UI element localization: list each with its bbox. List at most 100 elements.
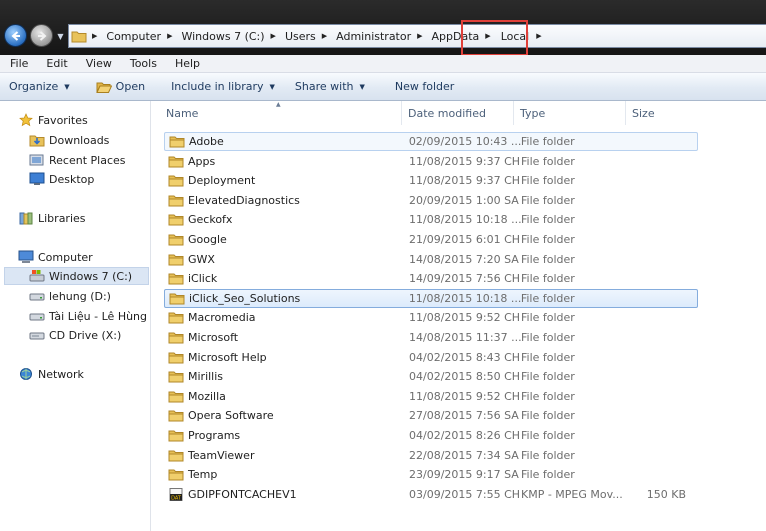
nav-recent-places[interactable]: Recent Places [29, 151, 126, 169]
breadcrumb-windows7[interactable]: Windows 7 (C:) [177, 25, 267, 47]
chevron-right-icon[interactable]: ▶ [164, 32, 177, 40]
column-name[interactable]: ▲ Name [152, 101, 402, 125]
recent-places-icon [29, 153, 45, 167]
nav-libraries[interactable]: Libraries [18, 209, 86, 227]
file-type: File folder [521, 409, 575, 423]
file-type: File folder [521, 389, 575, 403]
nav-favorites[interactable]: Favorites [18, 111, 88, 129]
title-bar: ▼ ▶ Computer ▶ Windows 7 (C:) ▶ Users ▶ … [0, 0, 766, 56]
open-label: Open [115, 80, 146, 93]
new-folder-label: New folder [394, 80, 455, 93]
folder-icon [168, 351, 188, 364]
chevron-right-icon[interactable]: ▶ [319, 32, 332, 40]
file-name-cell: Mozilla [164, 390, 409, 403]
caret-down-icon: ▼ [64, 82, 70, 91]
open-button[interactable]: Open [87, 76, 154, 98]
breadcrumb-computer[interactable]: Computer [102, 25, 164, 47]
folder-icon [168, 390, 188, 403]
file-row[interactable]: Temp 23/09/2015 9:17 SA File folder [164, 465, 698, 484]
file-date: 02/09/2015 10:43 ... [408, 135, 522, 148]
file-row[interactable]: ElevatedDiagnostics 20/09/2015 1:00 SA Fil… [164, 191, 698, 210]
address-bar[interactable]: ▶ Computer ▶ Windows 7 (C:) ▶ Users ▶ Ad… [68, 24, 766, 48]
file-type: File folder [520, 135, 575, 148]
file-date: 27/08/2015 7:56 SA [409, 409, 519, 423]
file-row[interactable]: Geckofx 11/08/2015 10:18 ... File folder [164, 210, 698, 229]
file-row[interactable]: TeamViewer 22/08/2015 7:34 SA File folder [164, 446, 698, 465]
file-name-cell: Adobe [165, 135, 409, 148]
file-name-cell: Deployment [164, 174, 409, 187]
chevron-right-icon[interactable]: ▶ [89, 32, 102, 40]
folder-icon [168, 174, 188, 187]
back-button[interactable] [4, 24, 27, 47]
column-headers: ▲ Name Date modified Type Size [152, 101, 766, 125]
folder-icon [168, 370, 188, 383]
file-row[interactable]: Opera Software 27/08/2015 7:56 SA File fol… [164, 406, 698, 425]
star-icon [18, 113, 34, 127]
file-name-cell: iClick [164, 272, 409, 285]
nav-network[interactable]: Network [18, 365, 84, 383]
file-name-cell: Opera Software [164, 409, 409, 422]
menu-help[interactable]: Help [165, 57, 208, 70]
open-folder-icon [95, 82, 112, 93]
menu-edit[interactable]: Edit [36, 57, 75, 70]
column-size[interactable]: Size [626, 101, 696, 125]
nav-drive-x[interactable]: CD Drive (X:) [29, 326, 121, 344]
file-date: 20/09/2015 1:00 SA [409, 193, 519, 207]
nav-computer[interactable]: Computer [18, 248, 93, 266]
svg-text:DAT: DAT [171, 495, 182, 501]
file-row[interactable]: Mozilla 11/08/2015 9:52 CH File folder [164, 387, 698, 406]
folder-icon [168, 409, 188, 422]
file-row[interactable]: Mirillis 04/02/2015 8:50 CH File folder [164, 367, 698, 386]
nav-drive-d[interactable]: lehung (D:) [29, 287, 111, 305]
file-row[interactable]: Adobe 02/09/2015 10:43 ... File folder [164, 132, 698, 151]
recent-pages-button[interactable]: ▼ [56, 32, 65, 41]
file-row[interactable]: iClick_Seo_Solutions 11/08/2015 10:18 ...… [164, 288, 698, 308]
file-row[interactable]: Macromedia 11/08/2015 9:52 CH File folder [164, 308, 698, 327]
file-type: File folder [521, 272, 575, 286]
chevron-right-icon[interactable]: ▶ [414, 32, 427, 40]
breadcrumb-users[interactable]: Users [281, 25, 319, 47]
file-row[interactable]: DAT GDIPFONTCACHEV1 03/09/2015 7:55 CH KMP … [164, 485, 698, 504]
menu-file[interactable]: File [0, 57, 36, 70]
organize-button[interactable]: Organize ▼ [0, 76, 79, 98]
include-in-library-button[interactable]: Include in library ▼ [162, 76, 284, 98]
nav-drive-c[interactable]: Windows 7 (C:) [4, 267, 149, 285]
file-row[interactable]: Microsoft Help 04/02/2015 8:43 CH File fol… [164, 348, 698, 367]
include-in-library-label: Include in library [171, 80, 264, 93]
column-type[interactable]: Type [514, 101, 626, 125]
file-row[interactable]: Google 21/09/2015 6:01 CH File folder [164, 230, 698, 249]
file-type: File folder [521, 233, 575, 246]
share-with-button[interactable]: Share with ▼ [286, 76, 374, 98]
file-type: File folder [521, 154, 575, 168]
organize-label: Organize [9, 80, 59, 93]
file-row[interactable]: Microsoft 14/08/2015 11:37 ... File folder [164, 328, 698, 347]
file-row[interactable]: GWX 14/08/2015 7:20 SA File folder [164, 250, 698, 269]
file-row[interactable]: iClick 14/09/2015 7:56 CH File folder [164, 269, 698, 288]
file-date: 04/02/2015 8:43 CH [409, 350, 521, 364]
file-date: 22/08/2015 7:34 SA [409, 448, 519, 462]
forward-button[interactable] [30, 24, 53, 47]
menu-tools[interactable]: Tools [120, 57, 165, 70]
new-folder-button[interactable]: New folder [386, 76, 463, 98]
breadcrumb-administrator[interactable]: Administrator [332, 25, 414, 47]
file-name-cell: Microsoft [164, 331, 409, 344]
folder-icon [169, 135, 189, 148]
file-row[interactable]: Apps 11/08/2015 9:37 CH File folder [164, 152, 698, 171]
desktop-icon [29, 172, 45, 186]
column-date-modified[interactable]: Date modified [402, 101, 514, 125]
file-name: Mirillis [188, 370, 224, 384]
libraries-icon [18, 211, 34, 225]
file-type: File folder [521, 350, 575, 364]
nav-drive-e[interactable]: Tài Liệu - Lê Hùng ( [29, 307, 149, 325]
menu-view[interactable]: View [76, 57, 120, 70]
nav-downloads[interactable]: Downloads [29, 131, 109, 149]
file-name: Microsoft Help [188, 350, 267, 364]
file-name-cell: TeamViewer [164, 449, 409, 462]
chevron-right-icon[interactable]: ▶ [533, 32, 546, 40]
nav-desktop[interactable]: Desktop [29, 170, 94, 188]
chevron-right-icon[interactable]: ▶ [268, 32, 281, 40]
file-type: File folder [521, 331, 575, 344]
share-with-label: Share with [294, 80, 354, 93]
file-row[interactable]: Deployment 11/08/2015 9:37 CH File folder [164, 171, 698, 190]
file-row[interactable]: Programs 04/02/2015 8:26 CH File folder [164, 426, 698, 445]
